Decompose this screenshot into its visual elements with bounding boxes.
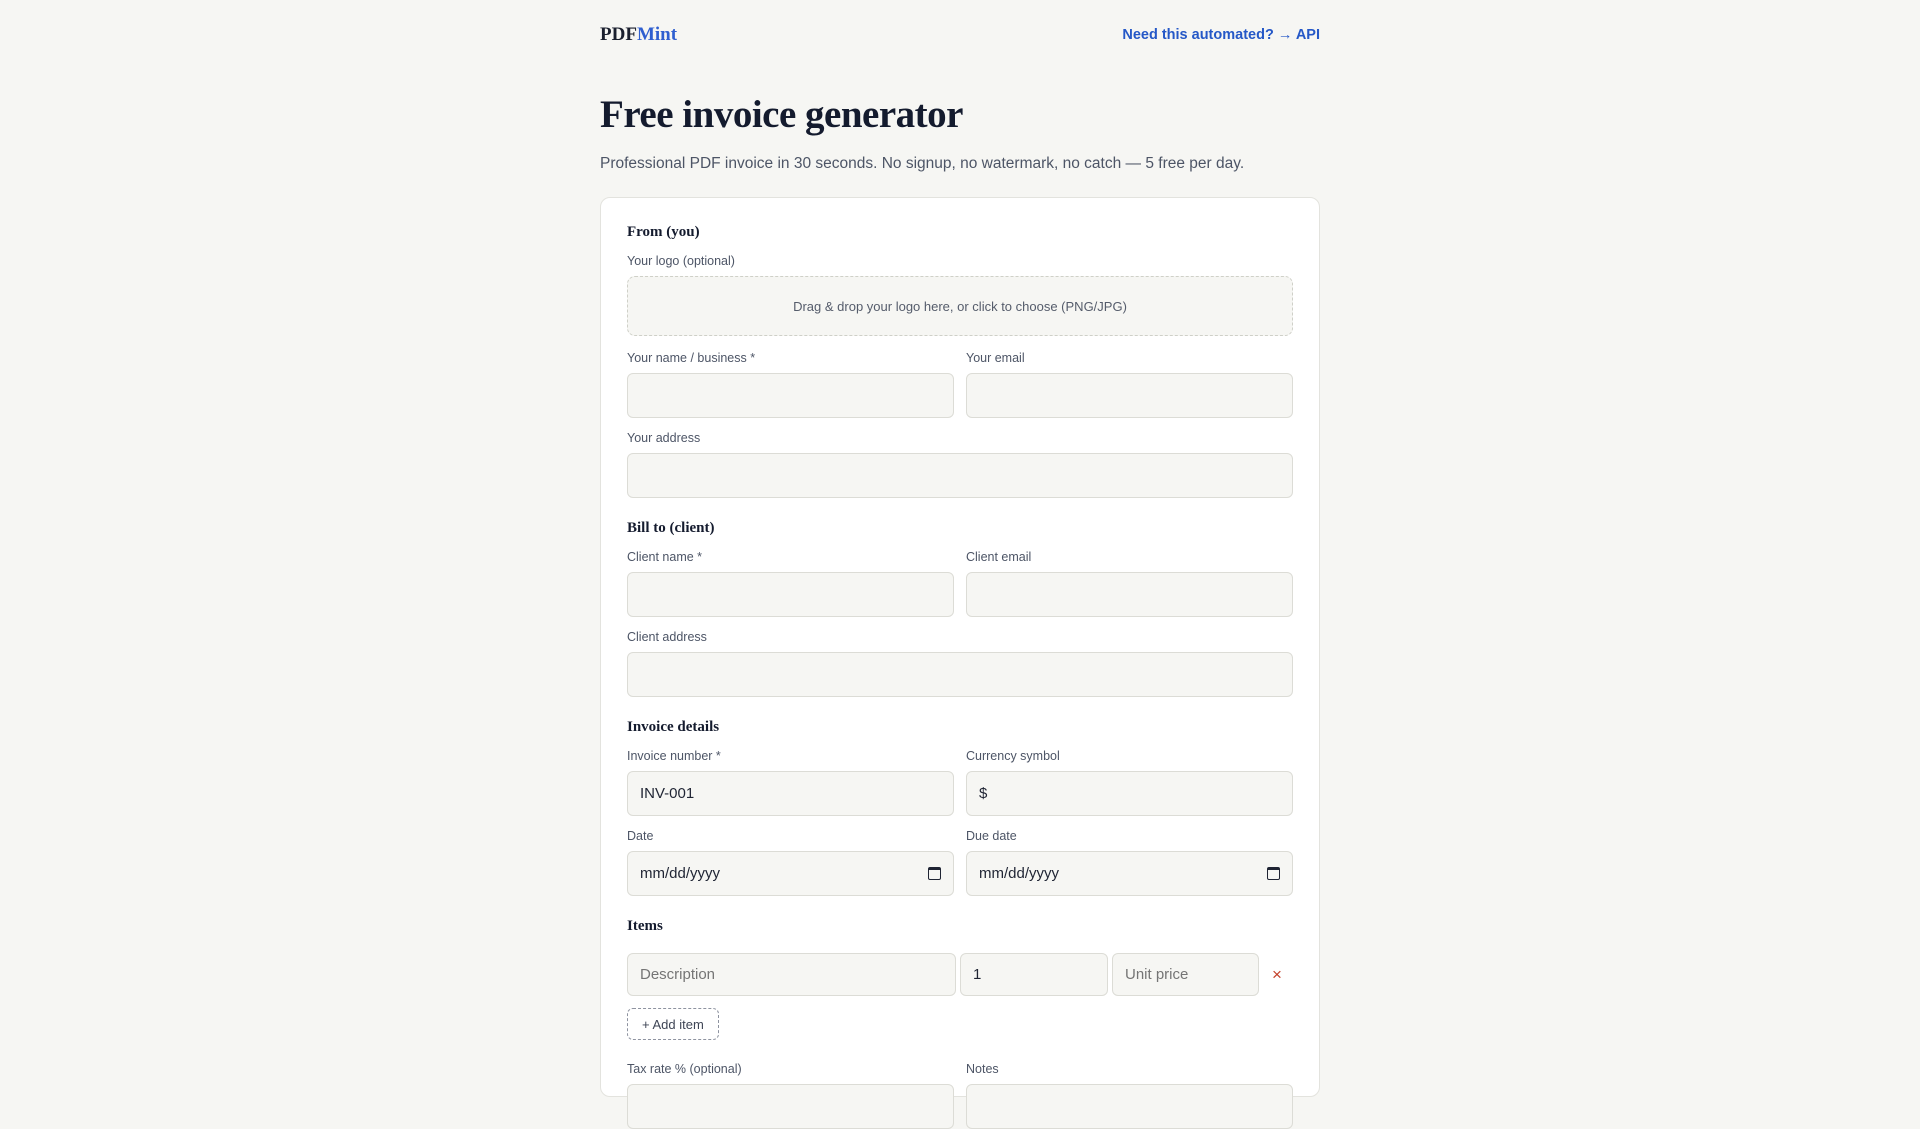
invoice-form-card: From (you) Your logo (optional) Drag & d…	[600, 197, 1320, 1129]
item-unit-price-input[interactable]	[1112, 953, 1259, 996]
client-email-input[interactable]	[966, 572, 1293, 617]
calendar-icon[interactable]	[928, 867, 941, 880]
logo-dropzone[interactable]: Drag & drop your logo here, or click to …	[627, 276, 1293, 336]
logo-text-pdf: PDF	[600, 24, 637, 45]
your-email-input[interactable]	[966, 373, 1293, 418]
item-row: ×	[627, 953, 1293, 996]
items-section-title: Items	[627, 918, 663, 934]
add-item-button[interactable]: + Add item	[627, 1008, 719, 1040]
page-subtitle: Professional PDF invoice in 30 seconds. …	[600, 155, 1245, 172]
your-address-input[interactable]	[627, 453, 1293, 498]
dropzone-text: Drag & drop your logo here, or click to …	[793, 298, 1127, 314]
top-bar: PDFMint Need this automated? → API	[600, 0, 1320, 70]
from-section-title: From (you)	[627, 224, 700, 240]
page-container: PDFMint Need this automated? → API Free …	[600, 0, 1320, 1129]
your-address-label: Your address	[627, 431, 701, 445]
logo-label: Your logo (optional)	[627, 254, 735, 268]
invoice-number-currency-row: Invoice number * Currency symbol	[627, 749, 1293, 816]
your-name-label: Your name / business *	[627, 351, 756, 365]
date-row: Date mm/dd/yyyy Due date mm/dd/yyyy	[627, 829, 1293, 896]
date-label: Date	[627, 829, 654, 843]
due-date-input[interactable]: mm/dd/yyyy	[966, 851, 1293, 896]
remove-item-button[interactable]: ×	[1263, 954, 1291, 996]
date-input[interactable]: mm/dd/yyyy	[627, 851, 954, 896]
due-date-value: mm/dd/yyyy	[979, 865, 1060, 882]
client-name-email-row: Client name * Client email	[627, 550, 1293, 617]
from-name-email-row: Your name / business * Your email	[627, 351, 1293, 418]
date-value: mm/dd/yyyy	[640, 865, 721, 882]
brand-logo[interactable]: PDFMint	[600, 24, 677, 46]
due-date-label: Due date	[966, 829, 1017, 843]
client-address-label: Client address	[627, 630, 707, 644]
currency-symbol-input[interactable]	[966, 771, 1293, 816]
invoice-details-section-title: Invoice details	[627, 719, 720, 735]
item-description-input[interactable]	[627, 953, 956, 996]
client-email-label: Client email	[966, 550, 1032, 564]
tax-rate-input[interactable]	[627, 1084, 954, 1129]
client-name-input[interactable]	[627, 572, 954, 617]
invoice-number-label: Invoice number *	[627, 749, 721, 763]
notes-label: Notes	[966, 1062, 999, 1076]
invoice-number-input[interactable]	[627, 771, 954, 816]
page-title: Free invoice generator	[600, 93, 963, 136]
api-link[interactable]: Need this automated? → API	[1122, 27, 1320, 43]
client-name-label: Client name *	[627, 550, 703, 564]
add-item-wrap: + Add item	[627, 1008, 1293, 1040]
your-email-label: Your email	[966, 351, 1025, 365]
logo-text-mint: Mint	[636, 24, 678, 45]
your-name-input[interactable]	[627, 373, 954, 418]
notes-input[interactable]	[966, 1084, 1293, 1129]
calendar-icon[interactable]	[1267, 867, 1280, 880]
bill-to-section-title: Bill to (client)	[627, 520, 715, 536]
item-quantity-input[interactable]	[960, 953, 1108, 996]
tax-rate-label: Tax rate % (optional)	[627, 1062, 742, 1076]
tax-notes-row: Tax rate % (optional) Notes	[627, 1062, 1293, 1129]
client-address-input[interactable]	[627, 652, 1293, 697]
currency-symbol-label: Currency symbol	[966, 749, 1060, 763]
close-icon: ×	[1272, 964, 1282, 984]
